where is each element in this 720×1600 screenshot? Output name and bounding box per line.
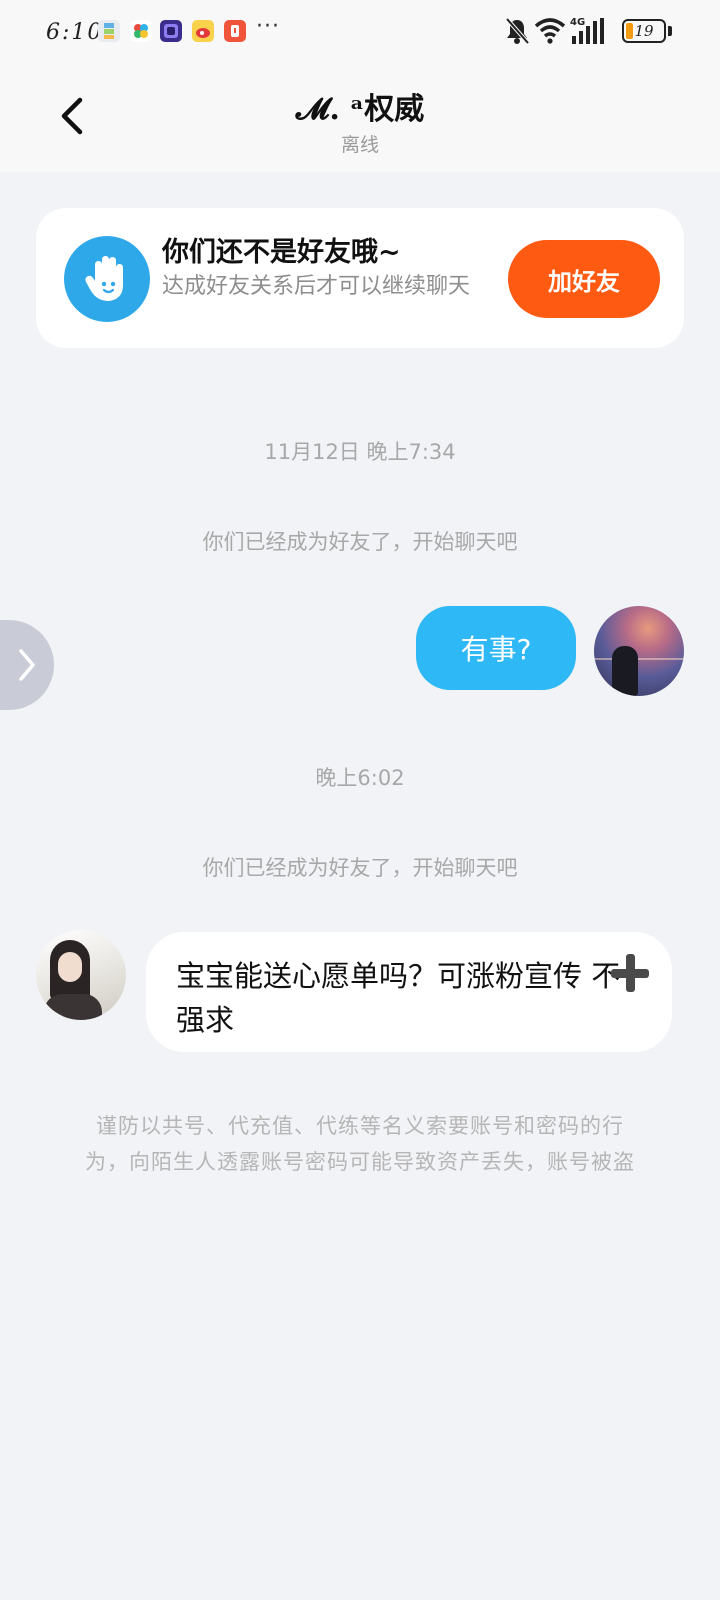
contact-status: 离线	[340, 134, 379, 156]
app-notification-icon	[224, 20, 246, 42]
status-time: 6:10	[46, 20, 104, 45]
heavy-plus-icon	[608, 952, 652, 996]
battery-percent: 19	[634, 22, 654, 40]
cellular-signal-icon: 4G	[570, 16, 604, 50]
app-notification-icon	[130, 20, 152, 42]
outgoing-message-bubble[interactable]: 有事?	[416, 606, 576, 690]
side-drawer-toggle[interactable]	[0, 620, 54, 710]
contact-name[interactable]: 𝓜. ᵃ权威	[0, 84, 720, 128]
svg-text:4G: 4G	[570, 17, 585, 28]
app-notification-icon	[98, 20, 120, 42]
mute-icon	[504, 16, 530, 50]
avatar-detail	[58, 952, 82, 982]
more-notifications-icon: ···	[256, 14, 280, 39]
battery-cap	[668, 26, 672, 36]
system-message: 你们已经成为好友了，开始聊天吧	[202, 530, 518, 554]
my-avatar[interactable]	[594, 606, 684, 696]
avatar-detail	[612, 646, 638, 696]
avatar-detail	[594, 658, 684, 660]
incoming-message-bubble[interactable]: 宝宝能送心愿单吗？可涨粉宣传 不强求	[146, 932, 672, 1052]
chevron-right-icon	[19, 649, 35, 681]
weibo-icon	[192, 20, 214, 42]
safety-notice: 谨防以共号、代充值、代练等名义索要账号和密码的行为，向陌生人透露账号密码可能导致…	[85, 1114, 635, 1174]
waving-hand-icon	[64, 236, 150, 322]
timestamp: 晚上6:02	[315, 766, 405, 790]
avatar-detail	[44, 994, 102, 1020]
battery-icon: 19	[622, 19, 666, 43]
incoming-message-text: 宝宝能送心愿单吗？可涨粉宣传 不强求	[176, 959, 621, 1037]
system-message: 你们已经成为好友了，开始聊天吧	[202, 856, 518, 880]
card-title: 你们还不是好友哦~	[162, 237, 401, 268]
timestamp: 11月12日 晚上7:34	[264, 440, 456, 464]
contact-avatar[interactable]	[36, 930, 126, 1020]
wifi-icon	[534, 16, 566, 50]
card-description: 达成好友关系后才可以继续聊天	[162, 274, 471, 299]
app-notification-icon	[160, 20, 182, 42]
chat-header: 𝓜. ᵃ权威 离线	[0, 66, 720, 172]
not-friends-card: 你们还不是好友哦~ 达成好友关系后才可以继续聊天 加好友	[36, 208, 684, 348]
add-friend-button[interactable]: 加好友	[508, 240, 660, 318]
status-bar: 6:10 ··· 4G 19	[0, 0, 720, 66]
